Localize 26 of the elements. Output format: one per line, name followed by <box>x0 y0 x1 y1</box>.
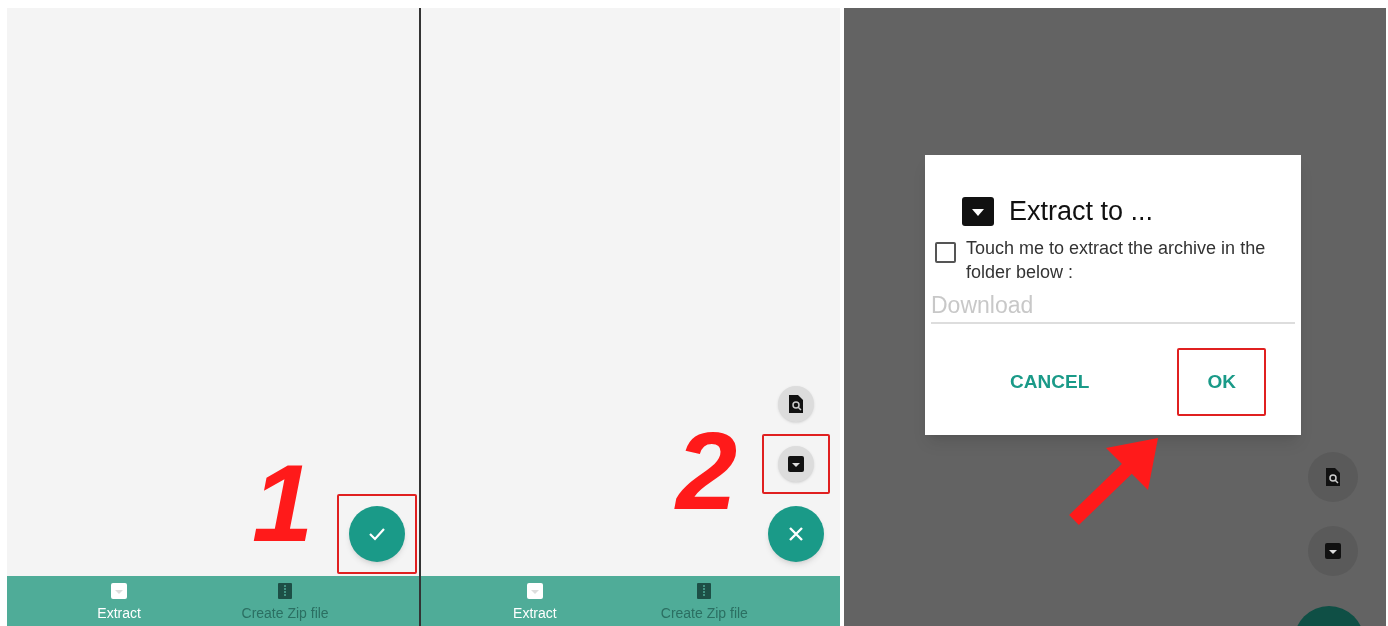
archive-icon <box>788 456 804 472</box>
zip-icon <box>697 583 712 599</box>
archive-icon <box>1325 543 1341 559</box>
archive-icon <box>526 583 543 599</box>
dialog-title: Extract to ... <box>1009 195 1154 228</box>
close-fab[interactable] <box>768 506 824 562</box>
check-icon <box>368 527 386 541</box>
file-search-icon <box>789 395 803 413</box>
archive-icon <box>962 196 994 226</box>
nav-tab[interactable]: Extract <box>97 576 141 626</box>
zip-icon <box>278 583 293 599</box>
dialog-button[interactable]: OK <box>1199 361 1244 402</box>
nav-tab[interactable]: Create Zip file <box>241 576 329 626</box>
nav-tab[interactable]: Create Zip file <box>660 576 748 626</box>
dialog-button[interactable]: CANCEL <box>1002 361 1098 402</box>
archive-icon <box>111 583 128 599</box>
file-search-icon <box>1326 468 1340 486</box>
preview-button[interactable] <box>778 386 814 422</box>
step-number: 2 <box>676 416 738 526</box>
extract-button[interactable] <box>778 446 814 482</box>
close-icon <box>789 527 803 541</box>
checkbox[interactable] <box>935 241 956 263</box>
confirm-fab[interactable] <box>349 506 405 562</box>
nav-tab[interactable]: Extract <box>513 576 557 626</box>
step-number: 1 <box>252 448 314 558</box>
checkbox-label: Touch me to extract the archive in the folder below : <box>966 236 1267 284</box>
